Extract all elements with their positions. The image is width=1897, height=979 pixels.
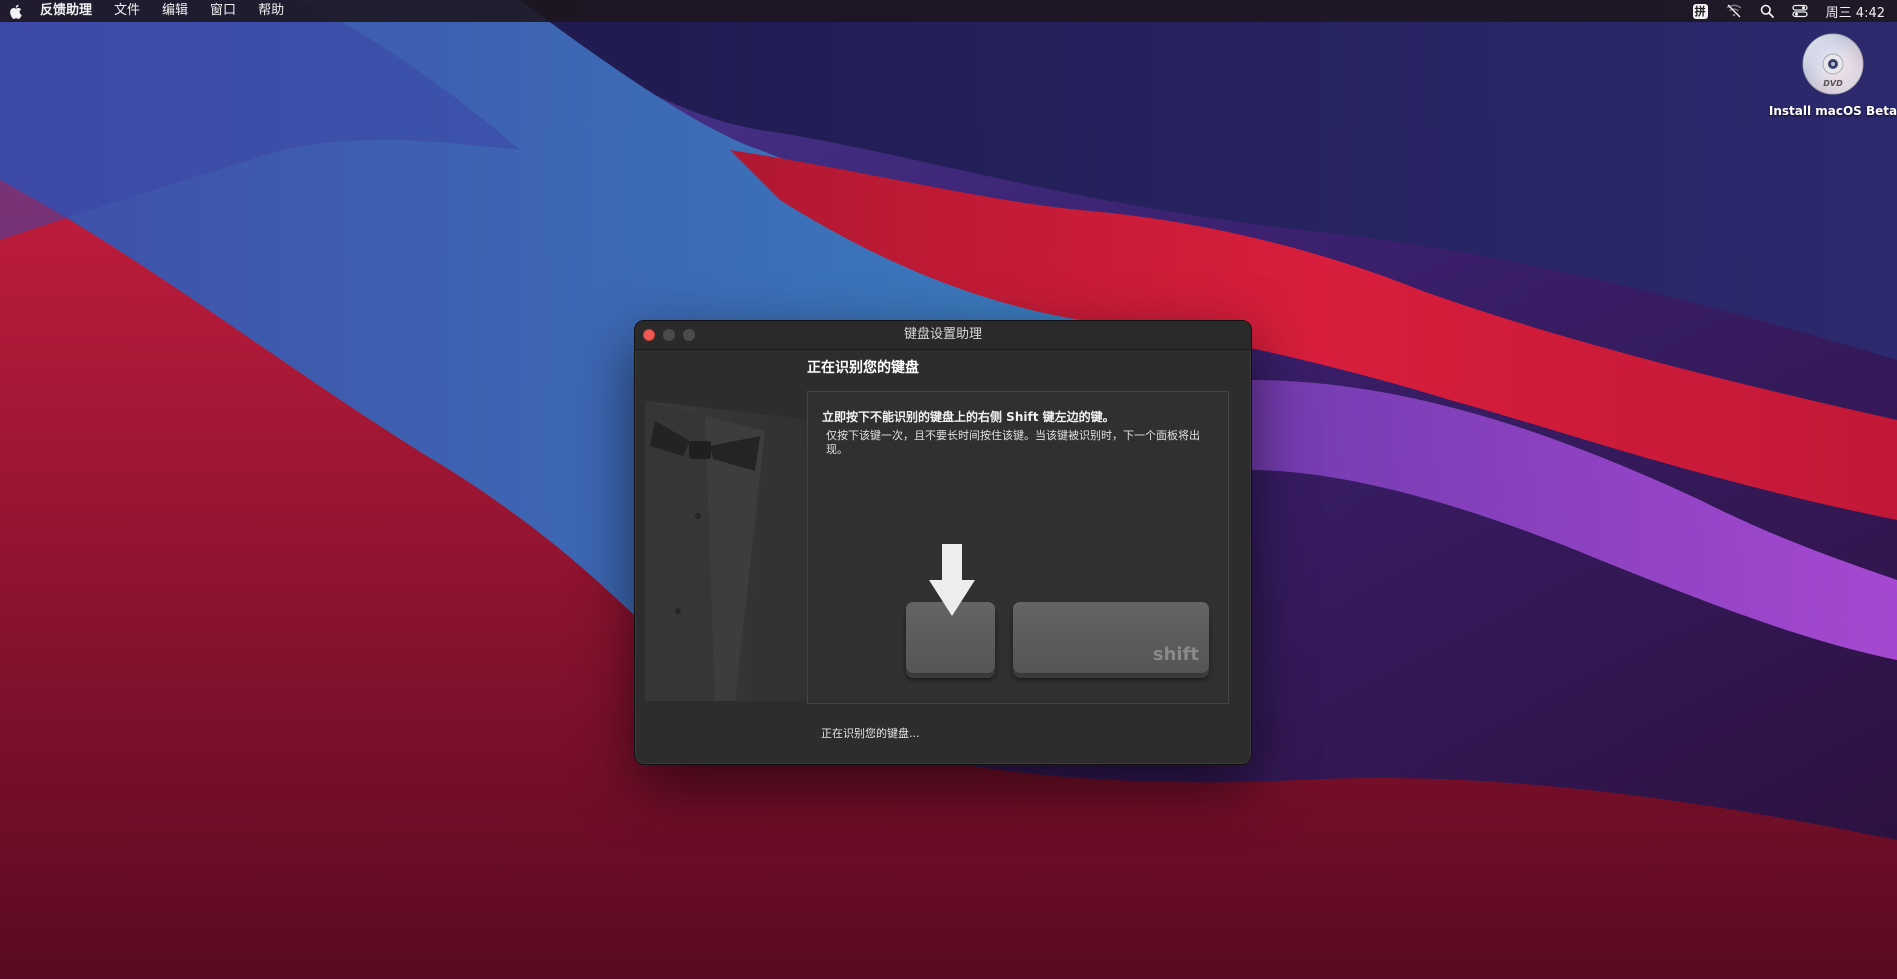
menu-bar-clock[interactable]: 周三 4:42: [1826, 2, 1885, 21]
shift-key-label: shift: [1152, 644, 1199, 665]
dvd-disc-icon: DVD: [1801, 32, 1865, 96]
keyboard-setup-window: 键盘设置助理 正在识别您的键盘 立即按下不能识别的键盘上的右侧 Shift 键左…: [634, 320, 1252, 765]
menu-app-name[interactable]: 反馈助理: [40, 0, 92, 22]
down-arrow-icon: [929, 544, 975, 620]
window-title: 键盘设置助理: [903, 327, 982, 342]
menu-bar-right: 拼 周三 4:42: [1675, 0, 1885, 22]
desktop-icon-install-macos[interactable]: DVD Install macOS Beta: [1768, 32, 1897, 118]
instruction-detail: 仅按下该键一次，且不要长时间按住该键。当该键被识别时，下一个面板将出现。: [826, 429, 1200, 456]
wifi-off-icon[interactable]: [1726, 0, 1742, 22]
menu-edit[interactable]: 编辑: [162, 0, 188, 22]
menu-bar: 反馈助理 文件 编辑 窗口 帮助 拼 周三 4:42: [0, 0, 1897, 22]
desktop-icon-label: Install macOS Beta: [1768, 104, 1897, 118]
section-heading: 正在识别您的键盘: [807, 360, 919, 376]
input-method-label: 拼: [1692, 3, 1708, 19]
search-icon[interactable]: [1760, 0, 1774, 22]
svg-text:DVD: DVD: [1823, 79, 1843, 88]
menu-bar-left: 反馈助理 文件 编辑 窗口 帮助: [0, 0, 306, 22]
instruction-panel: 立即按下不能识别的键盘上的右侧 Shift 键左边的键。 仅按下该键一次，且不要…: [807, 391, 1229, 704]
shift-key: shift: [1013, 602, 1209, 673]
menu-file[interactable]: 文件: [114, 0, 140, 22]
menu-window[interactable]: 窗口: [210, 0, 236, 22]
status-text: 正在识别您的键盘...: [821, 727, 920, 740]
window-titlebar[interactable]: 键盘设置助理: [635, 321, 1251, 350]
menu-help[interactable]: 帮助: [258, 0, 284, 22]
control-center-icon[interactable]: [1792, 0, 1808, 22]
apple-logo-icon[interactable]: [4, 0, 26, 22]
instruction-text: 立即按下不能识别的键盘上的右侧 Shift 键左边的键。: [822, 410, 1115, 424]
input-method-menu[interactable]: 拼: [1692, 0, 1708, 22]
